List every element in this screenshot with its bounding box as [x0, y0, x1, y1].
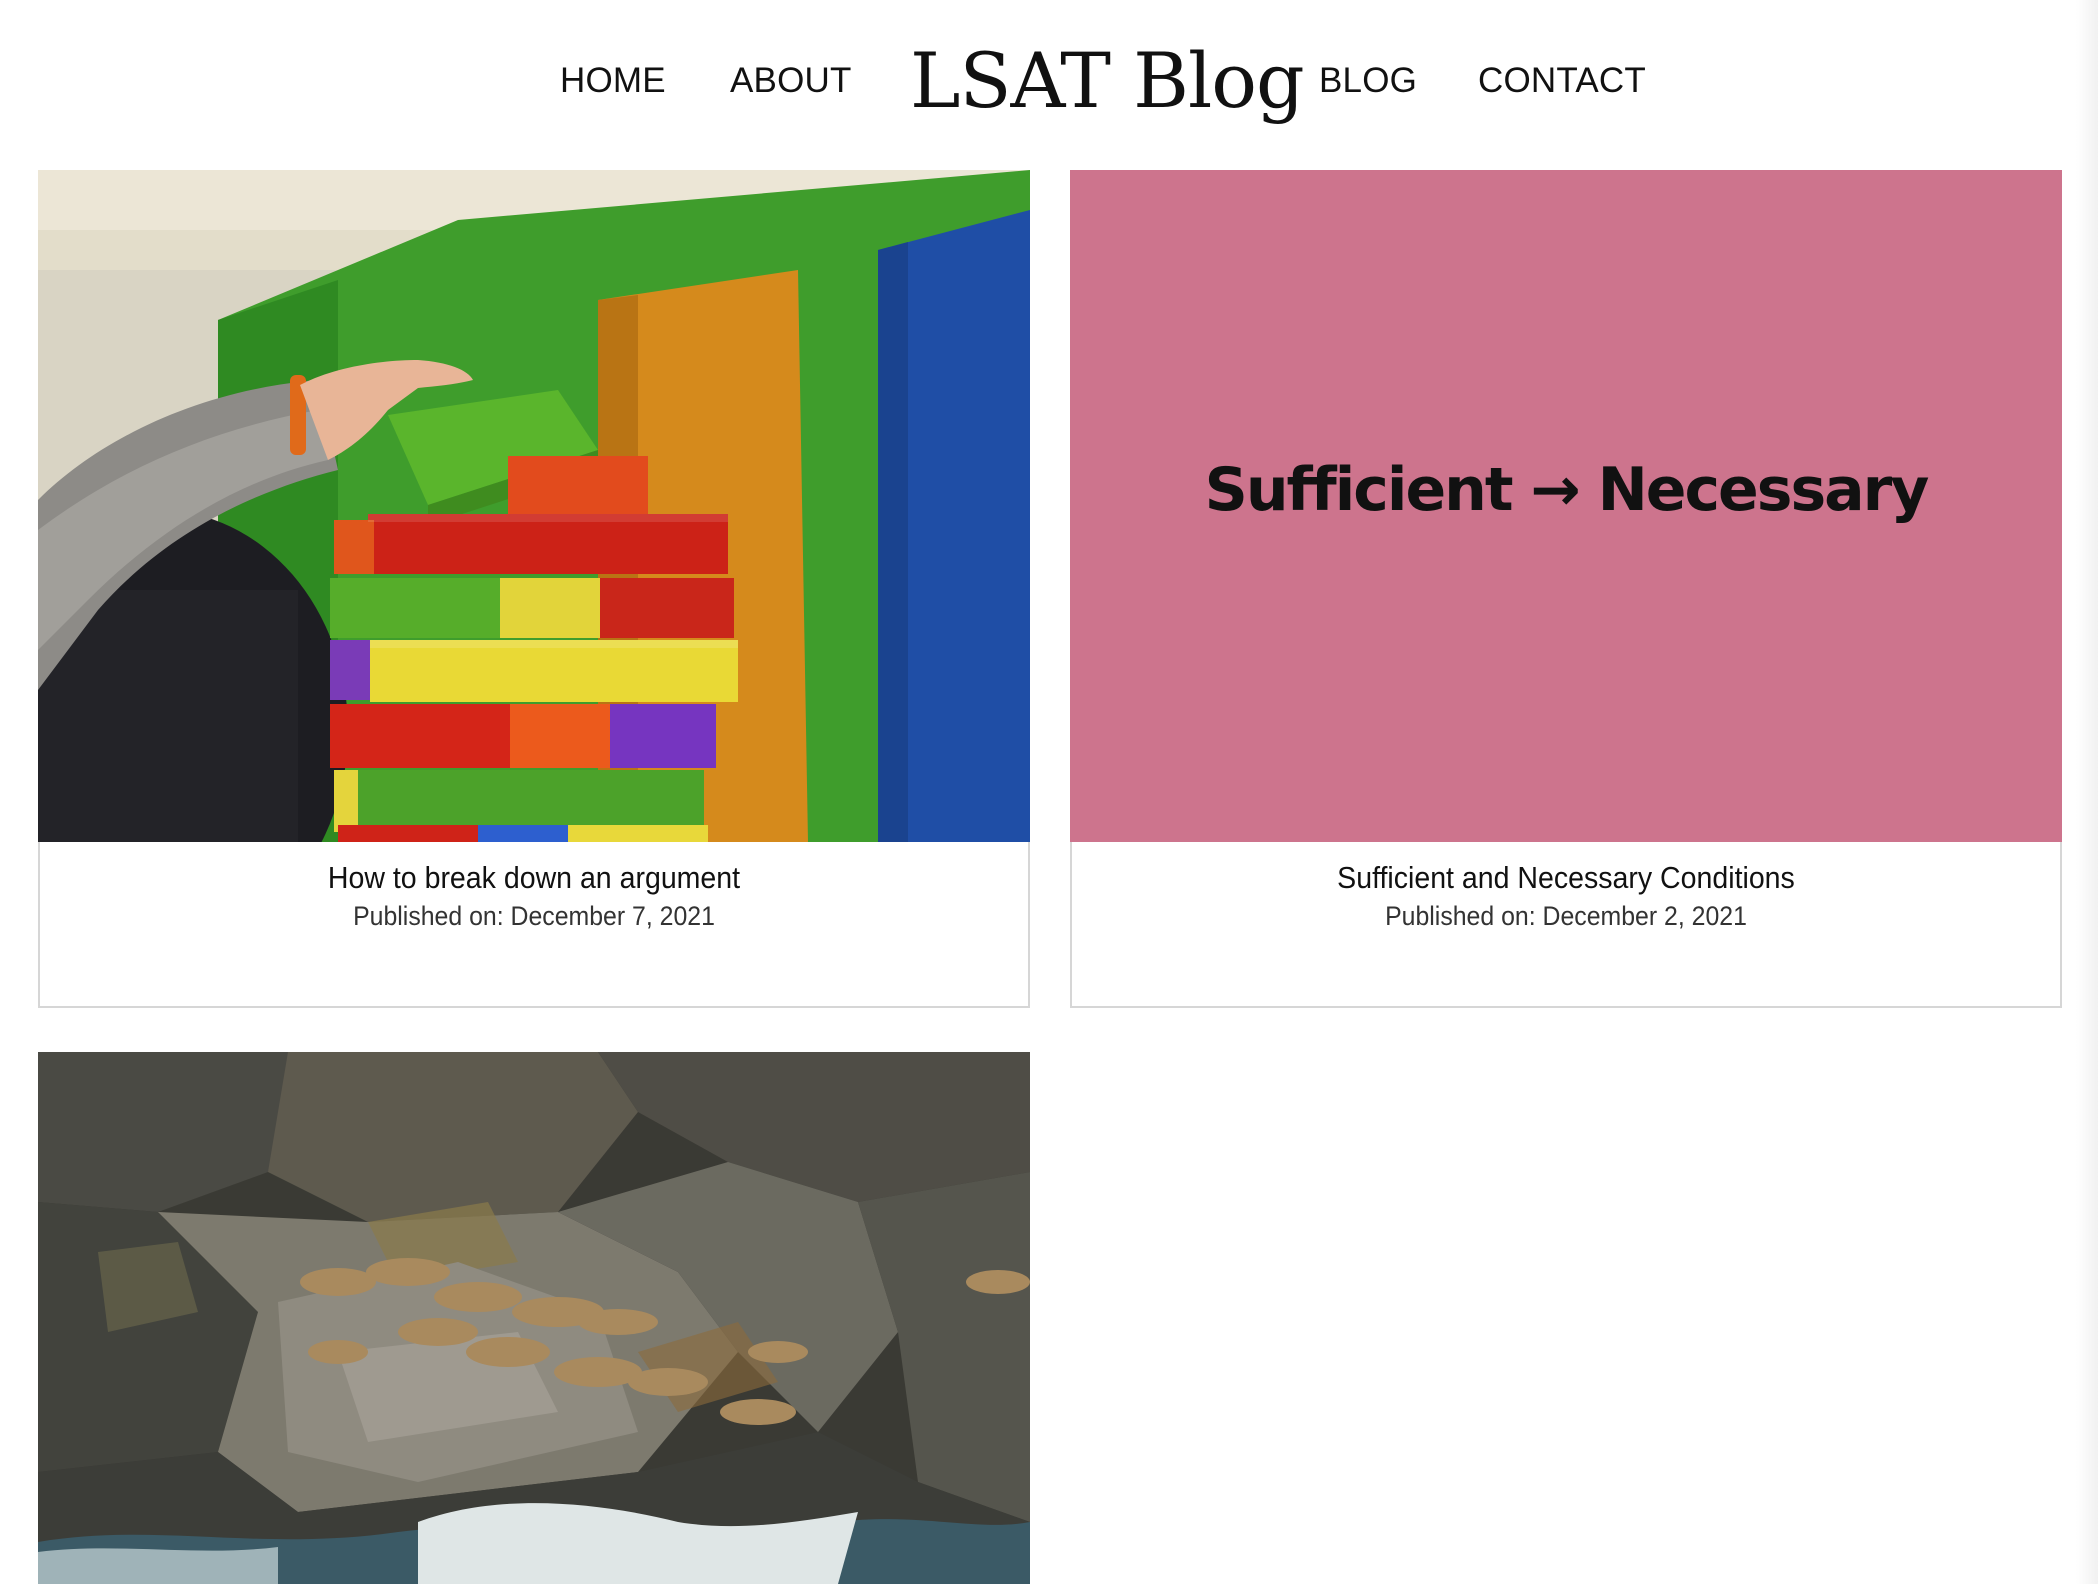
nav-about-link[interactable]: ABOUT [730, 58, 852, 104]
site-logo[interactable]: LSAT Blog [910, 36, 1305, 126]
post-image-text: Sufficient → Necessary [1204, 455, 1930, 525]
post-image-sufficient-necessary[interactable]: Sufficient → Necessary [1070, 170, 2062, 842]
post-title[interactable]: How to break down an argument [80, 858, 989, 898]
post-date: Published on: December 2, 2021 [1385, 901, 1747, 931]
post-title[interactable]: Sufficient and Necessary Conditions [1112, 858, 2021, 898]
post-card-body: How to break down an argument Published … [38, 842, 1030, 1008]
nav-blog-link[interactable]: BLOG [1319, 58, 1417, 104]
post-date: Published on: December 7, 2021 [353, 901, 715, 931]
scrollbar-gutter [2076, 0, 2098, 1584]
site-header: HOME ABOUT LSAT Blog BLOG CONTACT [0, 0, 2098, 168]
post-card-body: Sufficient and Necessary Conditions Publ… [1070, 842, 2062, 1008]
post-image-blocks[interactable] [38, 170, 1030, 842]
nav-contact-link[interactable]: CONTACT [1478, 58, 1646, 104]
nav-home-link[interactable]: HOME [560, 58, 666, 104]
post-image-sea-lions[interactable] [38, 1052, 1030, 1584]
